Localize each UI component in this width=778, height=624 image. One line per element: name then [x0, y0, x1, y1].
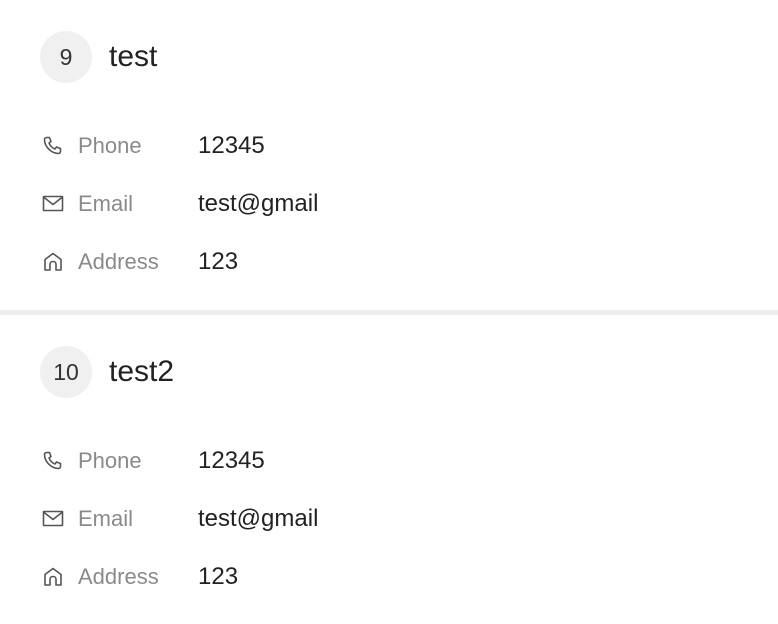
contact-list: 9 test Phone 12345 Email test@gmail Addr… — [0, 0, 778, 624]
email-label: Email — [78, 191, 134, 216]
index-badge: 9 — [40, 31, 92, 83]
email-row: Email test@gmail — [40, 188, 318, 220]
address-value: 123 — [198, 563, 239, 590]
address-row: Address 123 — [40, 561, 238, 593]
contact-name: test — [109, 40, 158, 73]
address-value: 123 — [198, 248, 239, 275]
phone-value: 12345 — [198, 132, 265, 159]
home-icon — [40, 249, 66, 275]
contact-name: test2 — [109, 355, 175, 388]
address-label: Address — [78, 249, 159, 274]
contact-header: 10 test2 — [40, 346, 174, 398]
home-icon — [40, 564, 66, 590]
address-row: Address 123 — [40, 246, 238, 278]
email-value: test@gmail — [198, 190, 319, 217]
mail-icon — [40, 191, 66, 217]
index-badge: 10 — [40, 346, 92, 398]
contact-card[interactable]: 9 test Phone 12345 Email test@gmail Addr… — [0, 0, 778, 310]
phone-label: Phone — [78, 448, 142, 473]
contact-header: 9 test — [40, 31, 157, 83]
phone-label: Phone — [78, 133, 142, 158]
address-label: Address — [78, 564, 159, 589]
phone-row: Phone 12345 — [40, 445, 265, 477]
email-value: test@gmail — [198, 505, 319, 532]
email-row: Email test@gmail — [40, 503, 318, 535]
phone-icon — [40, 133, 66, 159]
mail-icon — [40, 506, 66, 532]
phone-icon — [40, 448, 66, 474]
email-label: Email — [78, 506, 134, 531]
phone-row: Phone 12345 — [40, 130, 265, 162]
contact-card[interactable]: 10 test2 Phone 12345 Email test@gmail Ad… — [0, 315, 778, 624]
phone-value: 12345 — [198, 447, 265, 474]
